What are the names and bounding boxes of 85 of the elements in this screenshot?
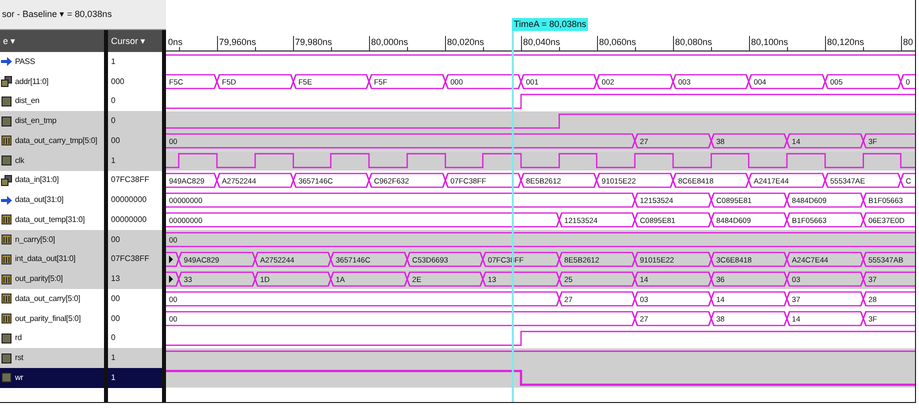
- tick-label: 0ns: [168, 37, 183, 47]
- cursor-value: 00: [108, 131, 162, 151]
- signal-name: data_out_carry_tmp[5:0]: [15, 136, 98, 145]
- tick-label: 80: [903, 37, 914, 47]
- square-icon: [1, 352, 12, 364]
- signal-name: addr[11:0]: [15, 78, 48, 86]
- stacked-squares-icon: [1, 76, 12, 88]
- tick-label: 79,960ns: [219, 37, 256, 47]
- signal-name: data_in[31:0]: [15, 176, 59, 184]
- striped-square-icon: [1, 135, 12, 146]
- square-icon: [1, 96, 12, 107]
- cursor-value: 00: [110, 312, 121, 325]
- striped-square-icon: [1, 313, 12, 324]
- expand-icon[interactable]: [169, 275, 173, 283]
- cursor-value: 1: [108, 368, 162, 388]
- square-icon: [1, 372, 12, 384]
- signal-row[interactable]: out_parity[5:0]: [0, 269, 104, 289]
- tick-label: 79,980ns: [295, 37, 332, 47]
- cursor-value: 000: [110, 76, 126, 88]
- tick-label: 80,100ns: [751, 37, 788, 47]
- signal-row[interactable]: data_in[31:0]: [0, 170, 104, 190]
- cursor-value: 00: [110, 292, 121, 305]
- square-icon: [1, 155, 12, 166]
- signal-name: dist_en: [15, 97, 40, 106]
- signal-row[interactable]: data_out_carry[5:0]: [0, 289, 104, 309]
- cursor-value: 00000000: [110, 194, 148, 206]
- signal-row[interactable]: int_data_out[31:0]: [0, 250, 104, 270]
- signal-name: data_out_temp[31:0]: [15, 216, 85, 224]
- tick-label: 80,080ns: [675, 37, 712, 47]
- tick-label: 80,060ns: [599, 37, 636, 47]
- name-column-header[interactable]: e ▾: [0, 30, 104, 52]
- tick-label: 80,120ns: [827, 37, 864, 47]
- cursor-value: 1: [108, 150, 162, 170]
- cursor-column-header[interactable]: Cursor ▾: [108, 30, 162, 52]
- cursor-value: 1: [110, 56, 116, 68]
- signal-row[interactable]: rst: [0, 348, 104, 368]
- signal-name: data_out_carry[5:0]: [15, 294, 80, 303]
- signal-name: wr: [15, 374, 24, 382]
- cursor-value: 00: [108, 230, 162, 250]
- cursor-value: 00000000: [110, 214, 148, 226]
- arrow-icon: [1, 56, 12, 68]
- signal-name: PASS: [15, 58, 35, 66]
- signal-row[interactable]: n_carry[5:0]: [0, 230, 104, 250]
- signal-row[interactable]: dist_en: [0, 92, 104, 112]
- signal-row[interactable]: rd: [0, 328, 104, 348]
- striped-square-icon: [1, 214, 12, 226]
- square-icon: [1, 332, 12, 344]
- signal-row[interactable]: data_out_carry_tmp[5:0]: [0, 131, 104, 151]
- signal-row[interactable]: out_parity_final[5:0]: [0, 308, 104, 328]
- signal-row[interactable]: data_out[31:0]: [0, 190, 104, 210]
- cursor-value: 1: [108, 348, 162, 368]
- cursor-value: 13: [108, 269, 162, 289]
- signal-row[interactable]: wr: [0, 368, 104, 388]
- signal-name: out_parity_final[5:0]: [15, 314, 81, 323]
- signal-name: rst: [15, 354, 24, 362]
- signal-name: int_data_out[31:0]: [15, 255, 76, 264]
- signal-name: clk: [15, 156, 24, 165]
- striped-square-icon: [1, 274, 12, 285]
- tick-label: 80,040ns: [523, 37, 560, 47]
- stacked-squares-icon: [1, 174, 12, 186]
- cursor-value: 07FC38FF: [110, 174, 150, 186]
- signal-row[interactable]: clk: [0, 150, 104, 170]
- signal-name: data_out[31:0]: [15, 196, 64, 204]
- striped-square-icon: [1, 254, 12, 265]
- signal-row[interactable]: PASS: [0, 52, 104, 72]
- signal-row[interactable]: data_out_temp[31:0]: [0, 210, 104, 230]
- cursor-value: 0: [110, 95, 116, 108]
- expand-icon[interactable]: [169, 256, 173, 264]
- cursor-time-label: TimeA = 80,038ns: [512, 18, 588, 31]
- tick-label: 80,000ns: [371, 37, 408, 47]
- striped-square-icon: [1, 234, 12, 246]
- arrow-icon: [1, 194, 12, 206]
- signal-row[interactable]: dist_en_tmp: [0, 111, 104, 131]
- cursor-value: 0: [108, 111, 162, 131]
- signal-name: n_carry[5:0]: [15, 236, 55, 244]
- square-icon: [1, 116, 12, 127]
- cursor-value: 07FC38FF: [108, 250, 162, 270]
- tick-label: 80,020ns: [447, 37, 484, 47]
- signal-row[interactable]: addr[11:0]: [0, 72, 104, 92]
- signal-name: dist_en_tmp: [15, 117, 56, 126]
- cursor-baseline-readout: sor - Baseline ▾ = 80,038ns: [0, 0, 166, 30]
- striped-square-icon: [1, 293, 12, 304]
- cursor-value: 0: [110, 332, 116, 344]
- signal-name: rd: [15, 334, 22, 342]
- signal-name: out_parity[5:0]: [15, 275, 63, 284]
